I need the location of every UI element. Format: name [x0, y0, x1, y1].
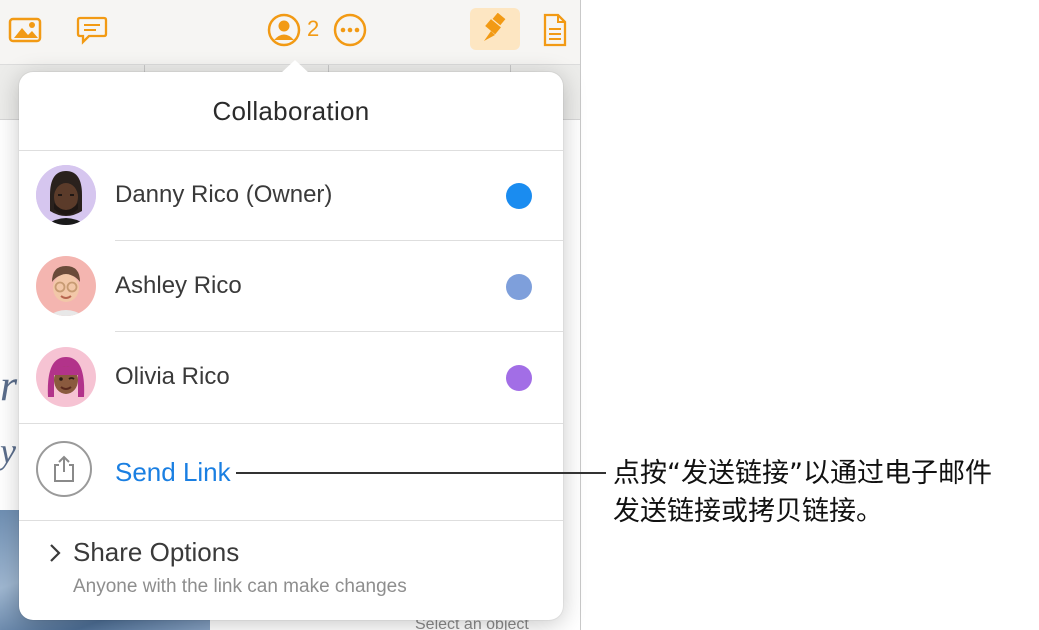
participant-row[interactable]: Ashley Rico [19, 241, 563, 331]
participant-name: Olivia Rico [115, 363, 230, 390]
participant-row[interactable]: Danny Rico (Owner) [19, 150, 563, 240]
popover-title: Collaboration [212, 95, 370, 126]
participant-row[interactable]: Olivia Rico [19, 332, 563, 422]
callout-text: 点按“发送链接”以通过电子邮件 发送链接或拷贝链接。 [613, 455, 1033, 531]
doc-text-fragment: r [0, 361, 18, 410]
share-options-subtitle: Anyone with the link can make changes [73, 576, 407, 597]
photo-icon[interactable] [5, 10, 45, 50]
participant-name: Danny Rico (Owner) [115, 181, 333, 208]
avatar-olivia [36, 347, 96, 407]
avatar-danny [36, 165, 96, 225]
avatar-ashley [36, 256, 96, 316]
callout-line-2: 发送链接或拷贝链接。 [613, 496, 883, 527]
participant-color-dot [506, 274, 532, 300]
more-icon[interactable] [330, 10, 370, 50]
document-icon[interactable] [535, 10, 575, 50]
share-icon[interactable] [36, 441, 92, 497]
collaborator-count: 2 [307, 16, 320, 41]
doc-text-fragment: y [0, 431, 16, 471]
share-options-title: Share Options [73, 537, 240, 567]
callout-line [236, 472, 606, 474]
collaboration-popover: Collaboration Danny Rico (Owner) Ashley … [19, 60, 563, 620]
participant-color-dot [506, 365, 532, 391]
share-options-row[interactable]: Share Options Anyone with the link can m… [19, 521, 563, 620]
format-brush-icon[interactable] [470, 8, 520, 50]
participant-name: Ashley Rico [115, 272, 242, 299]
callout-line-1: 点按“发送链接”以通过电子邮件 [613, 458, 992, 489]
participant-color-dot [506, 183, 532, 209]
chevron-right-icon [50, 544, 61, 562]
collaborators-icon[interactable] [264, 10, 304, 50]
comment-icon[interactable] [72, 10, 112, 50]
send-link-button[interactable]: Send Link [115, 424, 231, 520]
toolbar: 2 [0, 0, 580, 64]
